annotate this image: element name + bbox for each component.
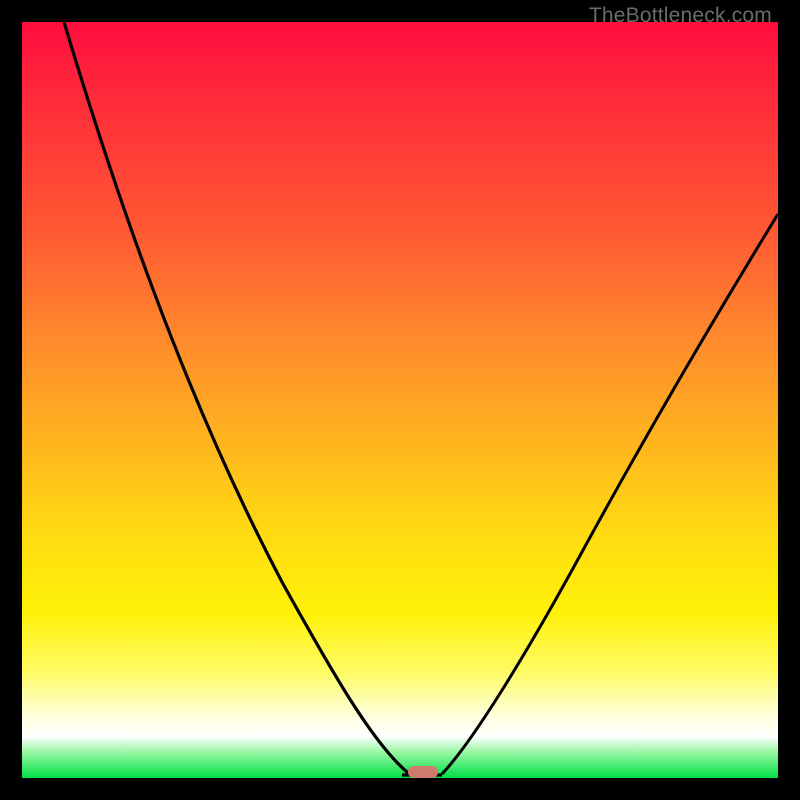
bottleneck-curve [22,22,778,778]
curve-right-arm [442,214,778,774]
plot-area [22,22,778,778]
chart-frame: TheBottleneck.com [0,0,800,800]
curve-left-arm [64,22,422,775]
min-marker [408,766,438,778]
